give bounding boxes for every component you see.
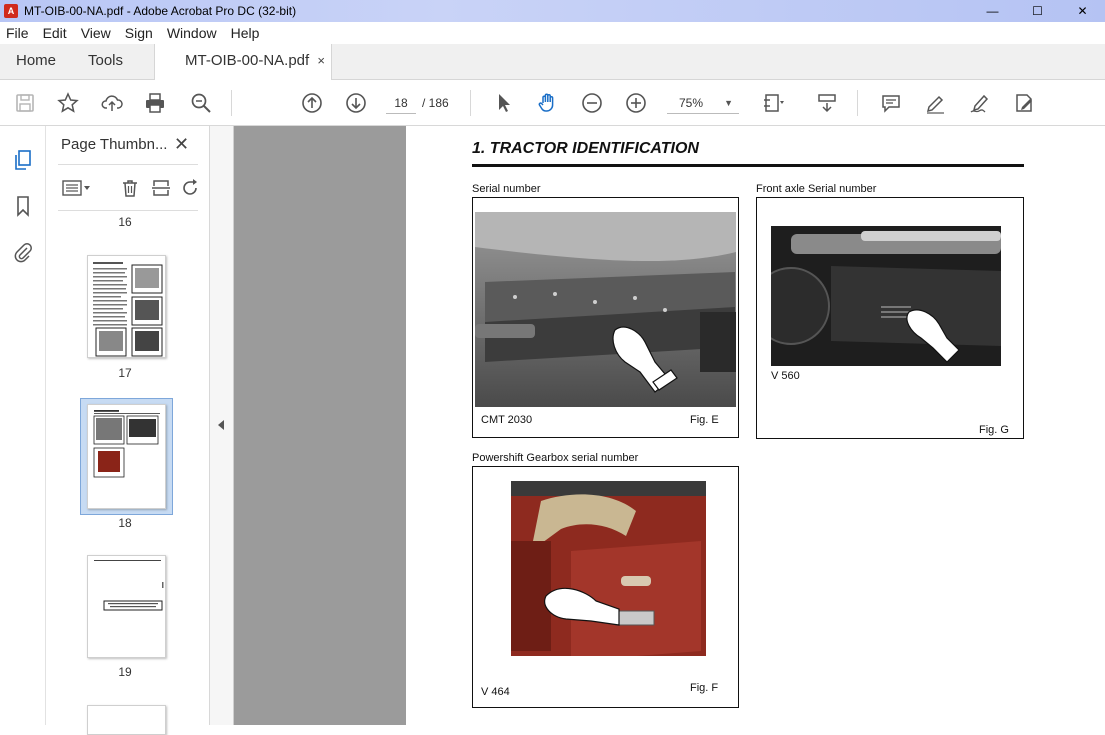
upload-cloud-icon[interactable] [99, 90, 125, 116]
thumbnail-toolbar [58, 176, 203, 200]
zoom-level-select[interactable]: 75% ▼ [667, 92, 739, 114]
tab-tools[interactable]: Tools [88, 44, 123, 80]
attachments-icon[interactable] [11, 240, 35, 264]
find-zoom-icon[interactable] [188, 90, 214, 116]
hand-tool-icon[interactable] [535, 90, 561, 116]
tab-document[interactable]: MT-OIB-00-NA.pdf × [154, 44, 332, 81]
document-viewport[interactable]: 1. TRACTOR IDENTIFICATION Serial number … [234, 126, 1105, 725]
figure-powershift-gearbox-serial: V 464 Fig. F [472, 466, 739, 708]
rotate-page-icon[interactable] [178, 176, 202, 200]
left-navigation-rail [0, 126, 46, 725]
close-window-button[interactable]: ✕ [1060, 0, 1105, 22]
next-page-icon[interactable] [343, 90, 369, 116]
thumbnail-page-label: 17 [118, 366, 132, 380]
fit-page-icon[interactable] [760, 90, 786, 116]
delete-page-icon[interactable] [118, 176, 142, 200]
toolbar-separator [231, 90, 232, 116]
print-icon[interactable] [142, 90, 168, 116]
menu-window[interactable]: Window [160, 25, 224, 41]
highlight-pen-icon[interactable] [922, 90, 948, 116]
menu-file[interactable]: File [0, 25, 36, 41]
divider [58, 164, 198, 165]
tab-bar: Home Tools MT-OIB-00-NA.pdf × [0, 44, 1105, 81]
zoom-out-icon[interactable] [579, 90, 605, 116]
tab-close-button[interactable]: × [317, 44, 325, 78]
gearbox-photo [511, 481, 706, 676]
thumbnail-page-label: 16 [118, 215, 132, 229]
menu-view[interactable]: View [74, 25, 118, 41]
extract-page-icon[interactable] [149, 176, 173, 200]
thumbnail-page-18[interactable] [87, 404, 166, 509]
divider [58, 210, 198, 211]
draw-sign-icon[interactable] [967, 90, 993, 116]
menu-help[interactable]: Help [224, 25, 267, 41]
tab-document-label: MT-OIB-00-NA.pdf [185, 52, 310, 69]
figure-model-label: V 560 [771, 370, 800, 382]
select-cursor-icon[interactable] [491, 90, 517, 116]
page-thumbnails-icon[interactable] [11, 148, 35, 172]
figure-caption: Serial number [472, 183, 541, 195]
window-title: MT-OIB-00-NA.pdf - Adobe Acrobat Pro DC … [24, 4, 297, 18]
window-controls: — ☐ ✕ [970, 0, 1105, 22]
previous-page-icon[interactable] [299, 90, 325, 116]
panel-collapse-gutter[interactable] [210, 126, 234, 725]
figure-number-label: Fig. F [690, 682, 719, 694]
figure-front-axle-serial: V 560 Fig. G [756, 197, 1024, 439]
menu-bar: File Edit View Sign Window Help [0, 22, 1105, 44]
figure-number-label: Fig. E [690, 414, 719, 426]
panel-close-button[interactable]: ✕ [174, 134, 189, 155]
figure-model-label: V 464 [481, 686, 510, 698]
maximize-button[interactable]: ☐ [1015, 0, 1060, 22]
menu-edit[interactable]: Edit [36, 25, 74, 41]
figure-serial-number: CMT 2030 Fig. E [472, 197, 739, 438]
figure-number-label: Fig. G [979, 424, 1009, 436]
save-icon[interactable] [12, 90, 38, 116]
fill-sign-icon[interactable] [1011, 90, 1037, 116]
thumbnail-page-19[interactable] [87, 555, 166, 658]
page-heading: 1. TRACTOR IDENTIFICATION [472, 140, 699, 157]
thumbnail-page-label: 18 [118, 516, 132, 530]
options-menu-icon[interactable] [58, 176, 94, 200]
panel-title: Page Thumbn... [61, 136, 168, 153]
thumbnail-page-17[interactable] [87, 255, 166, 358]
zoom-in-icon[interactable] [623, 90, 649, 116]
zoom-level-value: 75% [679, 96, 704, 110]
main-toolbar: 18 / 186 75% ▼ [0, 80, 1105, 126]
heading-rule [472, 164, 1024, 167]
front-axle-photo [771, 226, 1001, 366]
chevron-down-icon: ▼ [724, 98, 733, 108]
menu-sign[interactable]: Sign [118, 25, 160, 41]
scroll-mode-icon[interactable] [814, 90, 840, 116]
toolbar-separator [470, 90, 471, 116]
bookmark-star-icon[interactable] [55, 90, 81, 116]
figure-caption: Front axle Serial number [756, 183, 877, 195]
thumbnail-page-label: 19 [118, 665, 132, 679]
tab-home[interactable]: Home [16, 44, 56, 80]
figure-caption: Powershift Gearbox serial number [472, 452, 639, 464]
bookmarks-icon[interactable] [11, 194, 35, 218]
comment-icon[interactable] [878, 90, 904, 116]
thumbnail-page-20[interactable] [87, 705, 166, 735]
page-number-input[interactable]: 18 [386, 92, 416, 114]
acrobat-app-icon: A [4, 4, 18, 18]
pdf-page: 1. TRACTOR IDENTIFICATION Serial number … [406, 126, 1105, 725]
toolbar-separator [857, 90, 858, 116]
figure-model-label: CMT 2030 [481, 414, 533, 426]
tractor-frame-photo [475, 212, 736, 407]
page-total-label: / 186 [422, 96, 449, 110]
minimize-button[interactable]: — [970, 0, 1015, 22]
title-bar: A MT-OIB-00-NA.pdf - Adobe Acrobat Pro D… [0, 0, 1105, 22]
collapse-arrow-icon[interactable] [218, 420, 224, 430]
